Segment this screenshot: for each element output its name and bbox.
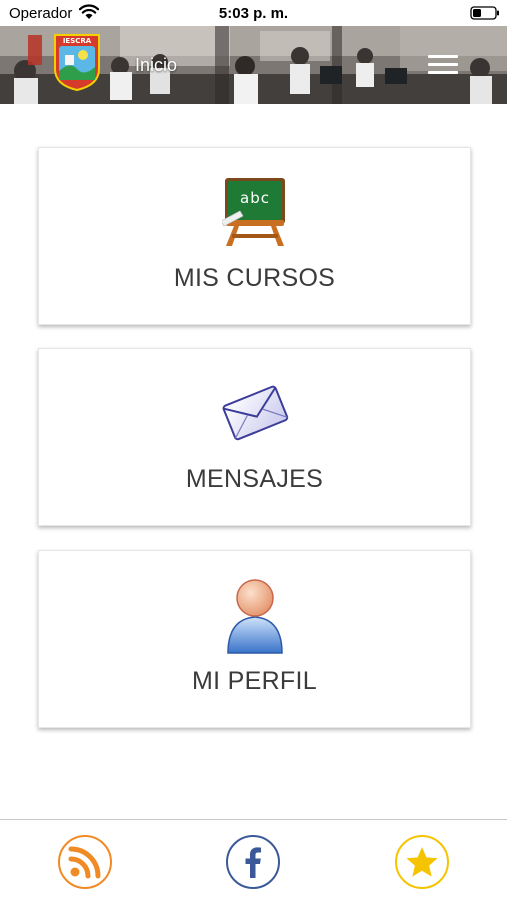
battery-icon (470, 6, 499, 20)
mis-cursos-label: MIS CURSOS (173, 264, 336, 292)
mensajes-label: MENSAJES (185, 465, 324, 493)
rss-icon[interactable] (57, 834, 113, 890)
mi-perfil-card[interactable]: MI PERFIL (38, 550, 471, 728)
user-profile-icon (226, 579, 283, 654)
star-icon[interactable] (394, 834, 450, 890)
bottom-toolbar (0, 819, 507, 900)
logo-text: IESCRA (63, 37, 92, 45)
clock: 5:03 p. m. (218, 5, 289, 22)
status-bar: Operador 5:03 p. m. (0, 0, 507, 26)
chalkboard-icon: abc (221, 178, 285, 246)
menu-icon[interactable] (428, 55, 458, 75)
mis-cursos-card[interactable]: abc MIS CURSOS (38, 147, 471, 325)
mensajes-card[interactable]: MENSAJES (38, 348, 471, 526)
chalkboard-text: abc (240, 189, 270, 207)
facebook-icon[interactable] (225, 834, 281, 890)
page-title: Inicio (135, 55, 178, 75)
mi-perfil-label: MI PERFIL (192, 667, 317, 695)
school-logo: IESCRA (54, 34, 100, 91)
header-banner: IESCRA Inicio (0, 26, 507, 104)
envelope-icon (222, 385, 288, 441)
